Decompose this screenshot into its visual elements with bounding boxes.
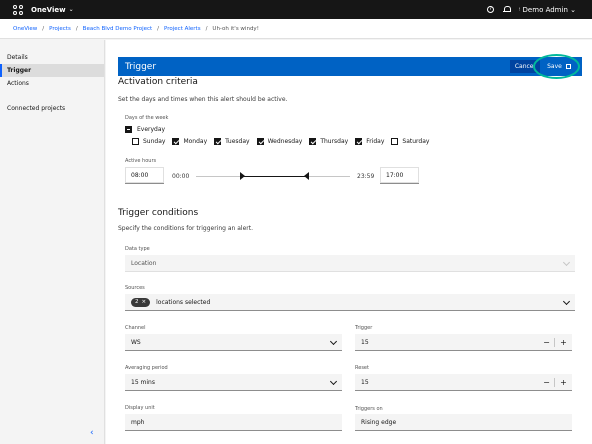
- data-type-label: Data type: [125, 246, 150, 252]
- sources-multiselect[interactable]: 2 × locations selected: [125, 294, 575, 311]
- checkbox-checked-icon: [172, 138, 180, 145]
- checkbox-indeterminate-icon: [125, 126, 132, 133]
- day-checkbox-row: Sunday Monday Tuesday Wednesday Thursday…: [132, 138, 436, 145]
- app-switcher[interactable]: OneView: [31, 6, 66, 14]
- activation-heading: Activation criteria: [118, 77, 198, 87]
- start-time-input[interactable]: 08:00: [125, 167, 164, 184]
- collapse-sidebar-icon[interactable]: ‹: [90, 428, 94, 438]
- day-checkbox-friday[interactable]: Friday: [355, 138, 384, 145]
- checkbox-icon: [132, 138, 139, 145]
- increment-button[interactable]: +: [555, 374, 572, 391]
- triggers-on-field[interactable]: Rising edge: [355, 414, 572, 431]
- clear-selection-icon[interactable]: ×: [142, 299, 147, 305]
- active-hours-label: Active hours: [125, 158, 157, 164]
- channel-label: Channel: [125, 325, 146, 331]
- slider-range-fill: [244, 176, 308, 177]
- chevron-down-icon: [329, 337, 338, 346]
- everyday-label: Everyday: [137, 126, 166, 133]
- day-checkbox-wednesday[interactable]: Wednesday: [256, 138, 303, 145]
- day-checkbox-monday[interactable]: Monday: [172, 138, 207, 145]
- selected-count-tag[interactable]: 2 ×: [131, 297, 151, 307]
- activation-description: Set the days and times when this alert s…: [118, 96, 288, 103]
- trigger-title: Trigger: [125, 61, 157, 72]
- chevron-down-icon: ⌄: [570, 5, 576, 14]
- conditions-description: Specify the conditions for triggering an…: [118, 225, 254, 232]
- main-content: Trigger Cancel Save Activation criteria …: [106, 40, 592, 444]
- breadcrumb-current: Uh-oh it's windy!: [212, 25, 259, 32]
- slider-end-handle[interactable]: [304, 172, 309, 180]
- reset-number-input[interactable]: 15 − +: [355, 374, 572, 391]
- notification-bell-icon[interactable]: [503, 6, 512, 13]
- user-icon: ᵎ: [519, 5, 521, 14]
- chevron-down-icon: [562, 297, 571, 306]
- days-label: Days of the week: [125, 115, 169, 121]
- day-label: Friday: [366, 138, 385, 145]
- trigger-label: Trigger: [355, 325, 373, 331]
- day-label: Wednesday: [267, 138, 303, 145]
- breadcrumb-project[interactable]: Beach Blvd Demo Project: [83, 26, 153, 32]
- save-button-highlight: [533, 54, 580, 79]
- sidebar: Details Trigger Actions Connected projec…: [0, 40, 105, 444]
- day-label: Tuesday: [225, 138, 250, 145]
- conditions-heading: Trigger conditions: [118, 208, 199, 218]
- user-name: Demo Admin: [522, 5, 568, 14]
- everyday-checkbox[interactable]: Everyday: [125, 126, 165, 133]
- day-checkbox-thursday[interactable]: Thursday: [309, 138, 348, 145]
- data-type-select: Location: [125, 255, 575, 272]
- user-menu[interactable]: ᵎ Demo Admin ⌄: [519, 6, 576, 14]
- day-label: Sunday: [143, 138, 166, 145]
- trigger-header-bar: Trigger Cancel Save: [118, 57, 582, 76]
- reset-value: 15: [361, 378, 369, 386]
- slider-max-label: 23:59: [357, 173, 375, 180]
- display-unit-field[interactable]: mph: [125, 414, 342, 431]
- day-checkbox-tuesday[interactable]: Tuesday: [214, 138, 250, 145]
- averaging-label: Averaging period: [125, 365, 168, 371]
- sidebar-item-details[interactable]: Details: [0, 51, 104, 64]
- chevron-down-icon: [562, 258, 571, 267]
- reset-label: Reset: [355, 365, 369, 371]
- app-logo-icon: [13, 4, 23, 15]
- day-label: Saturday: [402, 138, 430, 145]
- slider-start-handle[interactable]: [240, 172, 245, 180]
- end-time-input[interactable]: 17:00: [380, 167, 419, 184]
- checkbox-checked-icon: [355, 138, 363, 145]
- triggers-on-label: Triggers on: [355, 406, 383, 412]
- checkbox-checked-icon: [256, 138, 264, 145]
- sidebar-item-trigger[interactable]: Trigger: [0, 64, 104, 77]
- checkbox-checked-icon: [214, 138, 222, 145]
- breadcrumb: OneView / Projects / Beach Blvd Demo Proje…: [0, 19, 592, 39]
- day-checkbox-saturday[interactable]: Saturday: [391, 138, 429, 145]
- top-nav-bar: OneView ⌄ ? ᵎ Demo Admin ⌄: [0, 0, 592, 19]
- sources-value: locations selected: [156, 298, 211, 306]
- decrement-button[interactable]: −: [538, 374, 555, 391]
- data-type-value: Location: [131, 259, 157, 267]
- sources-label: Sources: [125, 285, 145, 291]
- triggers-on-value: Rising edge: [361, 418, 397, 426]
- chevron-down-icon: [329, 377, 338, 386]
- averaging-select[interactable]: 15 mins: [125, 374, 342, 391]
- checkbox-icon: [391, 138, 399, 145]
- decrement-button[interactable]: −: [538, 334, 555, 351]
- trigger-value: 15: [361, 338, 369, 346]
- help-icon[interactable]: ?: [487, 6, 495, 13]
- sidebar-item-connected-projects[interactable]: Connected projects: [0, 102, 104, 115]
- selected-count: 2: [135, 299, 139, 305]
- averaging-value: 15 mins: [131, 378, 155, 386]
- sidebar-item-actions[interactable]: Actions: [0, 77, 104, 90]
- breadcrumb-projects[interactable]: Projects: [49, 26, 71, 32]
- channel-select[interactable]: WS: [125, 334, 342, 351]
- increment-button[interactable]: +: [555, 334, 572, 351]
- day-label: Thursday: [320, 138, 349, 145]
- chevron-down-icon: ⌄: [68, 6, 74, 13]
- day-checkbox-sunday[interactable]: Sunday: [132, 138, 165, 145]
- day-label: Monday: [183, 138, 208, 145]
- channel-value: WS: [131, 338, 141, 346]
- display-unit-value: mph: [131, 418, 145, 426]
- breadcrumb-project-alerts[interactable]: Project Alerts: [164, 26, 201, 32]
- checkbox-checked-icon: [309, 138, 317, 145]
- display-unit-label: Display unit: [125, 405, 155, 411]
- slider-min-label: 00:00: [172, 173, 190, 180]
- trigger-number-input[interactable]: 15 − +: [355, 334, 572, 351]
- breadcrumb-oneview[interactable]: OneView: [13, 26, 37, 32]
